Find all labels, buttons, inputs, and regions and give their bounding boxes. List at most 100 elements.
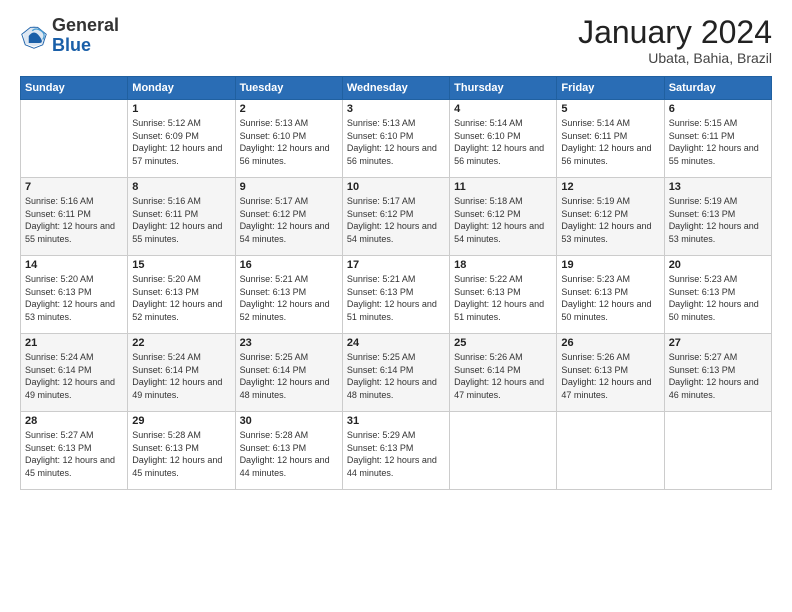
day-number: 30 [240,415,338,427]
cell-3-5: 26 Sunrise: 5:26 AMSunset: 6:13 PMDayligh… [557,334,664,412]
day-number: 18 [454,259,552,271]
day-info: Sunrise: 5:12 AMSunset: 6:09 PMDaylight:… [132,118,222,166]
day-info: Sunrise: 5:18 AMSunset: 6:12 PMDaylight:… [454,196,544,244]
day-number: 19 [561,259,659,271]
day-info: Sunrise: 5:21 AMSunset: 6:13 PMDaylight:… [347,274,437,322]
day-info: Sunrise: 5:24 AMSunset: 6:14 PMDaylight:… [25,352,115,400]
cell-1-6: 13Sunrise: 5:19 AMSunset: 6:13 PMDayligh… [664,178,771,256]
day-info: Sunrise: 5:20 AMSunset: 6:13 PMDaylight:… [25,274,115,322]
day-number: 22 [132,337,230,349]
day-info: Sunrise: 5:16 AMSunset: 6:11 PMDaylight:… [132,196,222,244]
day-info: Sunrise: 5:17 AMSunset: 6:12 PMDaylight:… [240,196,330,244]
day-number: 14 [25,259,123,271]
th-saturday: Saturday [664,77,771,100]
cell-2-6: 20 Sunrise: 5:23 AMSunset: 6:13 PMDayligh… [664,256,771,334]
cell-0-1: 1 Sunrise: 5:12 AMSunset: 6:09 PMDaylight… [128,100,235,178]
header: General Blue January 2024 Ubata, Bahia, … [20,16,772,66]
day-info: Sunrise: 5:26 AMSunset: 6:14 PMDaylight:… [454,352,544,400]
cell-0-2: 2 Sunrise: 5:13 AMSunset: 6:10 PMDaylight… [235,100,342,178]
week-row-2: 14 Sunrise: 5:20 AMSunset: 6:13 PMDayligh… [21,256,772,334]
calendar-body: 1 Sunrise: 5:12 AMSunset: 6:09 PMDaylight… [21,100,772,490]
day-number: 10 [347,181,445,193]
cell-1-1: 8 Sunrise: 5:16 AMSunset: 6:11 PMDaylight… [128,178,235,256]
day-number: 7 [25,181,123,193]
day-number: 29 [132,415,230,427]
cell-3-0: 21 Sunrise: 5:24 AMSunset: 6:14 PMDayligh… [21,334,128,412]
day-info: Sunrise: 5:23 AMSunset: 6:13 PMDaylight:… [561,274,651,322]
cell-3-1: 22 Sunrise: 5:24 AMSunset: 6:14 PMDayligh… [128,334,235,412]
cell-2-2: 16Sunrise: 5:21 AMSunset: 6:13 PMDayligh… [235,256,342,334]
cell-1-3: 10 Sunrise: 5:17 AMSunset: 6:12 PMDayligh… [342,178,449,256]
day-number: 27 [669,337,767,349]
logo-text: General Blue [52,16,119,56]
day-number: 12 [561,181,659,193]
day-info: Sunrise: 5:25 AMSunset: 6:14 PMDaylight:… [347,352,437,400]
day-info: Sunrise: 5:26 AMSunset: 6:13 PMDaylight:… [561,352,651,400]
cell-3-6: 27Sunrise: 5:27 AMSunset: 6:13 PMDayligh… [664,334,771,412]
day-info: Sunrise: 5:28 AMSunset: 6:13 PMDaylight:… [132,430,222,478]
logo-blue: Blue [52,35,91,55]
day-number: 8 [132,181,230,193]
cell-0-4: 4Sunrise: 5:14 AMSunset: 6:10 PMDaylight… [450,100,557,178]
day-info: Sunrise: 5:16 AMSunset: 6:11 PMDaylight:… [25,196,115,244]
day-number: 20 [669,259,767,271]
cell-0-3: 3Sunrise: 5:13 AMSunset: 6:10 PMDaylight… [342,100,449,178]
day-number: 28 [25,415,123,427]
cell-4-4 [450,412,557,490]
cell-2-3: 17 Sunrise: 5:21 AMSunset: 6:13 PMDayligh… [342,256,449,334]
cell-4-6 [664,412,771,490]
cell-0-6: 6 Sunrise: 5:15 AMSunset: 6:11 PMDaylight… [664,100,771,178]
month-title: January 2024 [578,16,772,48]
day-number: 3 [347,103,445,115]
th-tuesday: Tuesday [235,77,342,100]
day-number: 1 [132,103,230,115]
cell-2-5: 19 Sunrise: 5:23 AMSunset: 6:13 PMDayligh… [557,256,664,334]
th-wednesday: Wednesday [342,77,449,100]
day-number: 4 [454,103,552,115]
cell-3-3: 24Sunrise: 5:25 AMSunset: 6:14 PMDayligh… [342,334,449,412]
title-block: January 2024 Ubata, Bahia, Brazil [578,16,772,66]
cell-3-2: 23 Sunrise: 5:25 AMSunset: 6:14 PMDayligh… [235,334,342,412]
day-info: Sunrise: 5:17 AMSunset: 6:12 PMDaylight:… [347,196,437,244]
day-info: Sunrise: 5:13 AMSunset: 6:10 PMDaylight:… [240,118,330,166]
day-number: 15 [132,259,230,271]
logo-icon [20,22,48,50]
cell-2-0: 14 Sunrise: 5:20 AMSunset: 6:13 PMDayligh… [21,256,128,334]
week-row-4: 28Sunrise: 5:27 AMSunset: 6:13 PMDayligh… [21,412,772,490]
day-number: 21 [25,337,123,349]
day-number: 31 [347,415,445,427]
week-row-0: 1 Sunrise: 5:12 AMSunset: 6:09 PMDaylight… [21,100,772,178]
day-info: Sunrise: 5:25 AMSunset: 6:14 PMDaylight:… [240,352,330,400]
day-info: Sunrise: 5:23 AMSunset: 6:13 PMDaylight:… [669,274,759,322]
week-row-3: 21 Sunrise: 5:24 AMSunset: 6:14 PMDayligh… [21,334,772,412]
day-number: 5 [561,103,659,115]
th-sunday: Sunday [21,77,128,100]
calendar-header: Sunday Monday Tuesday Wednesday Thursday… [21,77,772,100]
day-number: 23 [240,337,338,349]
day-number: 2 [240,103,338,115]
cell-1-4: 11Sunrise: 5:18 AMSunset: 6:12 PMDayligh… [450,178,557,256]
cell-4-2: 30 Sunrise: 5:28 AMSunset: 6:13 PMDayligh… [235,412,342,490]
cell-4-0: 28Sunrise: 5:27 AMSunset: 6:13 PMDayligh… [21,412,128,490]
header-row: Sunday Monday Tuesday Wednesday Thursday… [21,77,772,100]
day-number: 9 [240,181,338,193]
cell-4-1: 29 Sunrise: 5:28 AMSunset: 6:13 PMDayligh… [128,412,235,490]
day-info: Sunrise: 5:14 AMSunset: 6:11 PMDaylight:… [561,118,651,166]
day-info: Sunrise: 5:28 AMSunset: 6:13 PMDaylight:… [240,430,330,478]
day-info: Sunrise: 5:24 AMSunset: 6:14 PMDaylight:… [132,352,222,400]
logo: General Blue [20,16,119,56]
location-subtitle: Ubata, Bahia, Brazil [578,50,772,66]
cell-4-3: 31Sunrise: 5:29 AMSunset: 6:13 PMDayligh… [342,412,449,490]
day-number: 17 [347,259,445,271]
day-number: 16 [240,259,338,271]
cell-2-4: 18Sunrise: 5:22 AMSunset: 6:13 PMDayligh… [450,256,557,334]
day-number: 26 [561,337,659,349]
cell-2-1: 15Sunrise: 5:20 AMSunset: 6:13 PMDayligh… [128,256,235,334]
day-info: Sunrise: 5:19 AMSunset: 6:13 PMDaylight:… [669,196,759,244]
cell-0-5: 5 Sunrise: 5:14 AMSunset: 6:11 PMDaylight… [557,100,664,178]
day-info: Sunrise: 5:19 AMSunset: 6:12 PMDaylight:… [561,196,651,244]
th-monday: Monday [128,77,235,100]
th-thursday: Thursday [450,77,557,100]
day-info: Sunrise: 5:15 AMSunset: 6:11 PMDaylight:… [669,118,759,166]
day-number: 6 [669,103,767,115]
